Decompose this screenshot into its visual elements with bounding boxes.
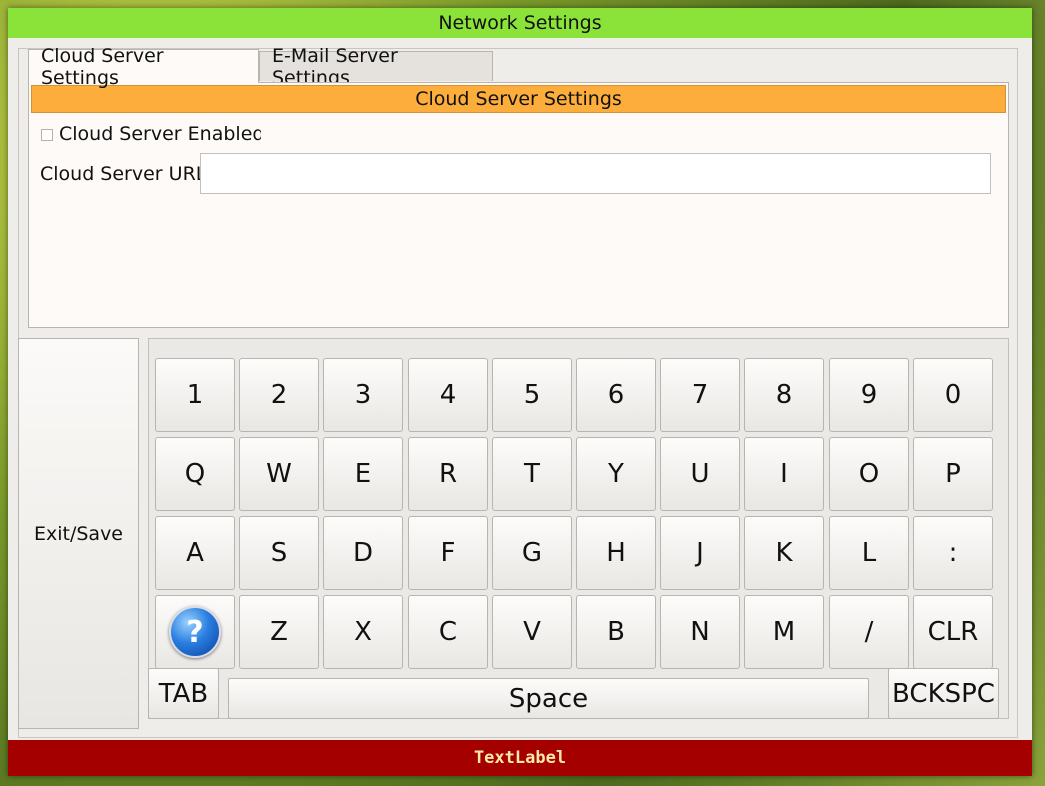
key-9[interactable]: 9 xyxy=(829,358,909,432)
key-6[interactable]: 6 xyxy=(576,358,656,432)
key-o[interactable]: O xyxy=(829,437,909,511)
key-b[interactable]: B xyxy=(576,595,656,669)
key-l[interactable]: L xyxy=(829,516,909,590)
window-title: Network Settings xyxy=(8,8,1032,38)
key-space[interactable]: Space xyxy=(228,678,869,719)
tab-cloud-server-settings[interactable]: Cloud Server Settings xyxy=(28,45,259,89)
key-v[interactable]: V xyxy=(492,595,572,669)
key-q[interactable]: Q xyxy=(155,437,235,511)
key-f[interactable]: F xyxy=(408,516,488,590)
key-w[interactable]: W xyxy=(239,437,319,511)
key-j[interactable]: J xyxy=(660,516,740,590)
key-8[interactable]: 8 xyxy=(744,358,824,432)
cloud-server-url-label: Cloud Server URL xyxy=(40,163,201,185)
key-x[interactable]: X xyxy=(323,595,403,669)
key-p[interactable]: P xyxy=(913,437,993,511)
exit-save-button[interactable]: Exit/Save xyxy=(18,338,139,729)
key-7[interactable]: 7 xyxy=(660,358,740,432)
key-r[interactable]: R xyxy=(408,437,488,511)
key-z[interactable]: Z xyxy=(239,595,319,669)
cloud-settings-panel: Cloud Server Settings Cloud Server Enabl… xyxy=(28,82,1009,328)
key-g[interactable]: G xyxy=(492,516,572,590)
key-h[interactable]: H xyxy=(576,516,656,590)
key-t[interactable]: T xyxy=(492,437,572,511)
cloud-server-url-input[interactable] xyxy=(200,153,991,194)
tab-email-server-settings[interactable]: E-Mail Server Settings xyxy=(259,45,493,89)
key-s[interactable]: S xyxy=(239,516,319,590)
key-d[interactable]: D xyxy=(323,516,403,590)
key-0[interactable]: 0 xyxy=(913,358,993,432)
key-colon[interactable]: : xyxy=(913,516,993,590)
key-tab[interactable]: TAB xyxy=(148,668,219,719)
key-1[interactable]: 1 xyxy=(155,358,235,432)
key-2[interactable]: 2 xyxy=(239,358,319,432)
panel-header: Cloud Server Settings xyxy=(31,85,1006,113)
key-e[interactable]: E xyxy=(323,437,403,511)
key-5[interactable]: 5 xyxy=(492,358,572,432)
onscreen-keyboard: 1 2 3 4 5 6 7 8 9 0 Q W E R T Y U I O P … xyxy=(148,338,1009,719)
key-a[interactable]: A xyxy=(155,516,235,590)
cloud-server-enabled-checkbox[interactable] xyxy=(41,129,53,141)
network-settings-window: Network Settings Cloud Server Settings E… xyxy=(8,8,1032,776)
key-n[interactable]: N xyxy=(660,595,740,669)
key-c[interactable]: C xyxy=(408,595,488,669)
key-k[interactable]: K xyxy=(744,516,824,590)
key-4[interactable]: 4 xyxy=(408,358,488,432)
key-y[interactable]: Y xyxy=(576,437,656,511)
status-bar-label: TextLabel xyxy=(8,740,1032,776)
help-key[interactable]: ? xyxy=(155,595,235,669)
key-clear[interactable]: CLR xyxy=(913,595,993,669)
key-3[interactable]: 3 xyxy=(323,358,403,432)
key-backspace[interactable]: BCKSPC xyxy=(888,668,999,719)
help-question-icon: ? xyxy=(169,606,221,658)
key-i[interactable]: I xyxy=(744,437,824,511)
key-m[interactable]: M xyxy=(744,595,824,669)
cloud-server-enabled-label: Cloud Server Enabled xyxy=(59,123,261,145)
key-slash[interactable]: / xyxy=(829,595,909,669)
key-u[interactable]: U xyxy=(660,437,740,511)
